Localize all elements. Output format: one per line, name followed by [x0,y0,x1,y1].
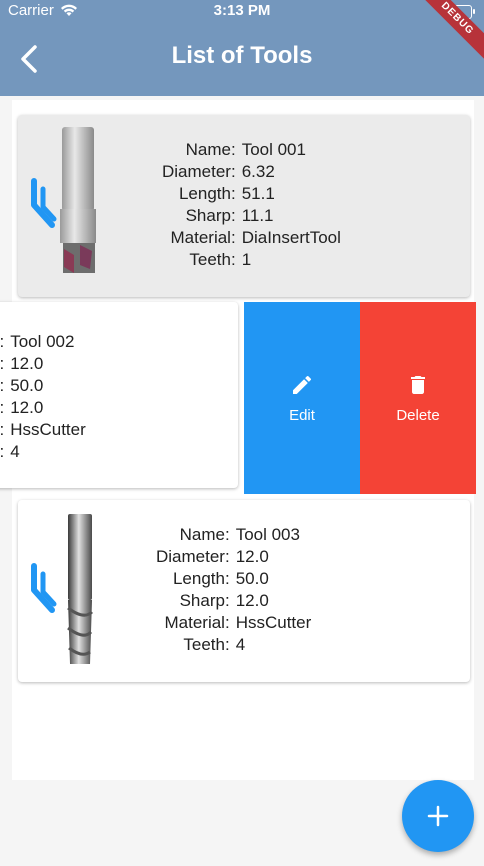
material-value: HssCutter [235,613,312,632]
material-value: HssCutter [10,420,86,439]
tool-info: Name: Tool 001 Diameter: 6.32 Length: 51.1 … [162,139,341,271]
sharp-value: 12.0 [235,591,269,610]
teeth-value: 4 [10,442,20,461]
length-value: 51.1 [241,184,275,203]
material-value: DiaInsertTool [241,228,341,247]
page-title: List of Tools [171,42,313,69]
app-bar: Carrier 3:13 PM List of Tools [0,0,484,96]
teeth-label: Teeth: [183,635,230,654]
tool-card-1[interactable]: Name: Tool 001 Diameter: 6.32 Length: 51.1 … [18,115,470,297]
tool-image [67,514,94,664]
length-label: Length: [172,569,230,588]
tool-card-3[interactable]: Name: Tool 003 Diameter: 12.0 Length: 50.0 … [18,500,470,682]
sharp-label: Sharp: [185,206,236,225]
length-value: 50.0 [235,569,269,588]
diameter-label: r: [0,353,4,375]
edit-label: Edit [289,406,315,424]
status-time: 3:13 PM [213,2,271,19]
teeth-value: 1 [241,250,252,269]
name-value: Tool 003 [235,525,300,544]
length-value: 50.0 [10,376,44,395]
tool-card-2[interactable]: e: Tool 002 r: 12.0 h: 50.0 p: 12.0 l: HssCut… [0,302,238,488]
tool-info: Name: Tool 003 Diameter: 12.0 Length: 50.0 … [156,524,311,656]
sharp-label: p: [0,397,4,419]
pencil-icon [293,375,312,394]
brand-logo-icon [31,563,57,613]
add-tool-button[interactable] [402,780,474,852]
status-bar: Carrier 3:13 PM [0,0,484,22]
material-label: l: [0,419,4,441]
length-label: Length: [178,184,236,203]
diameter-label: Diameter: [156,547,230,566]
teeth-value: 4 [235,635,246,654]
diameter-label: Diameter: [162,162,236,181]
delete-button[interactable]: Delete [360,302,476,494]
delete-label: Delete [396,406,440,424]
plus-icon [427,805,449,827]
teeth-label: Teeth: [189,250,236,269]
diameter-value: 12.0 [10,354,44,373]
sharp-value: 11.1 [241,206,274,225]
trash-icon [411,375,425,394]
sharp-label: Sharp: [179,591,230,610]
material-label: Material: [164,613,230,632]
diameter-value: 12.0 [235,547,269,566]
diameter-value: 6.32 [241,162,275,181]
name-label: e: [0,331,4,353]
length-label: h: [0,375,4,397]
name-label: Name: [179,525,230,544]
tool-image [60,127,96,273]
edit-button[interactable]: Edit [244,302,360,494]
teeth-label: h: [0,441,4,463]
sharp-value: 12.0 [10,398,44,417]
name-value: Tool 002 [10,332,75,351]
tool-info: e: Tool 002 r: 12.0 h: 50.0 p: 12.0 l: HssCut… [0,331,86,463]
material-label: Material: [170,228,236,247]
name-value: Tool 001 [241,140,306,159]
name-label: Name: [185,140,236,159]
